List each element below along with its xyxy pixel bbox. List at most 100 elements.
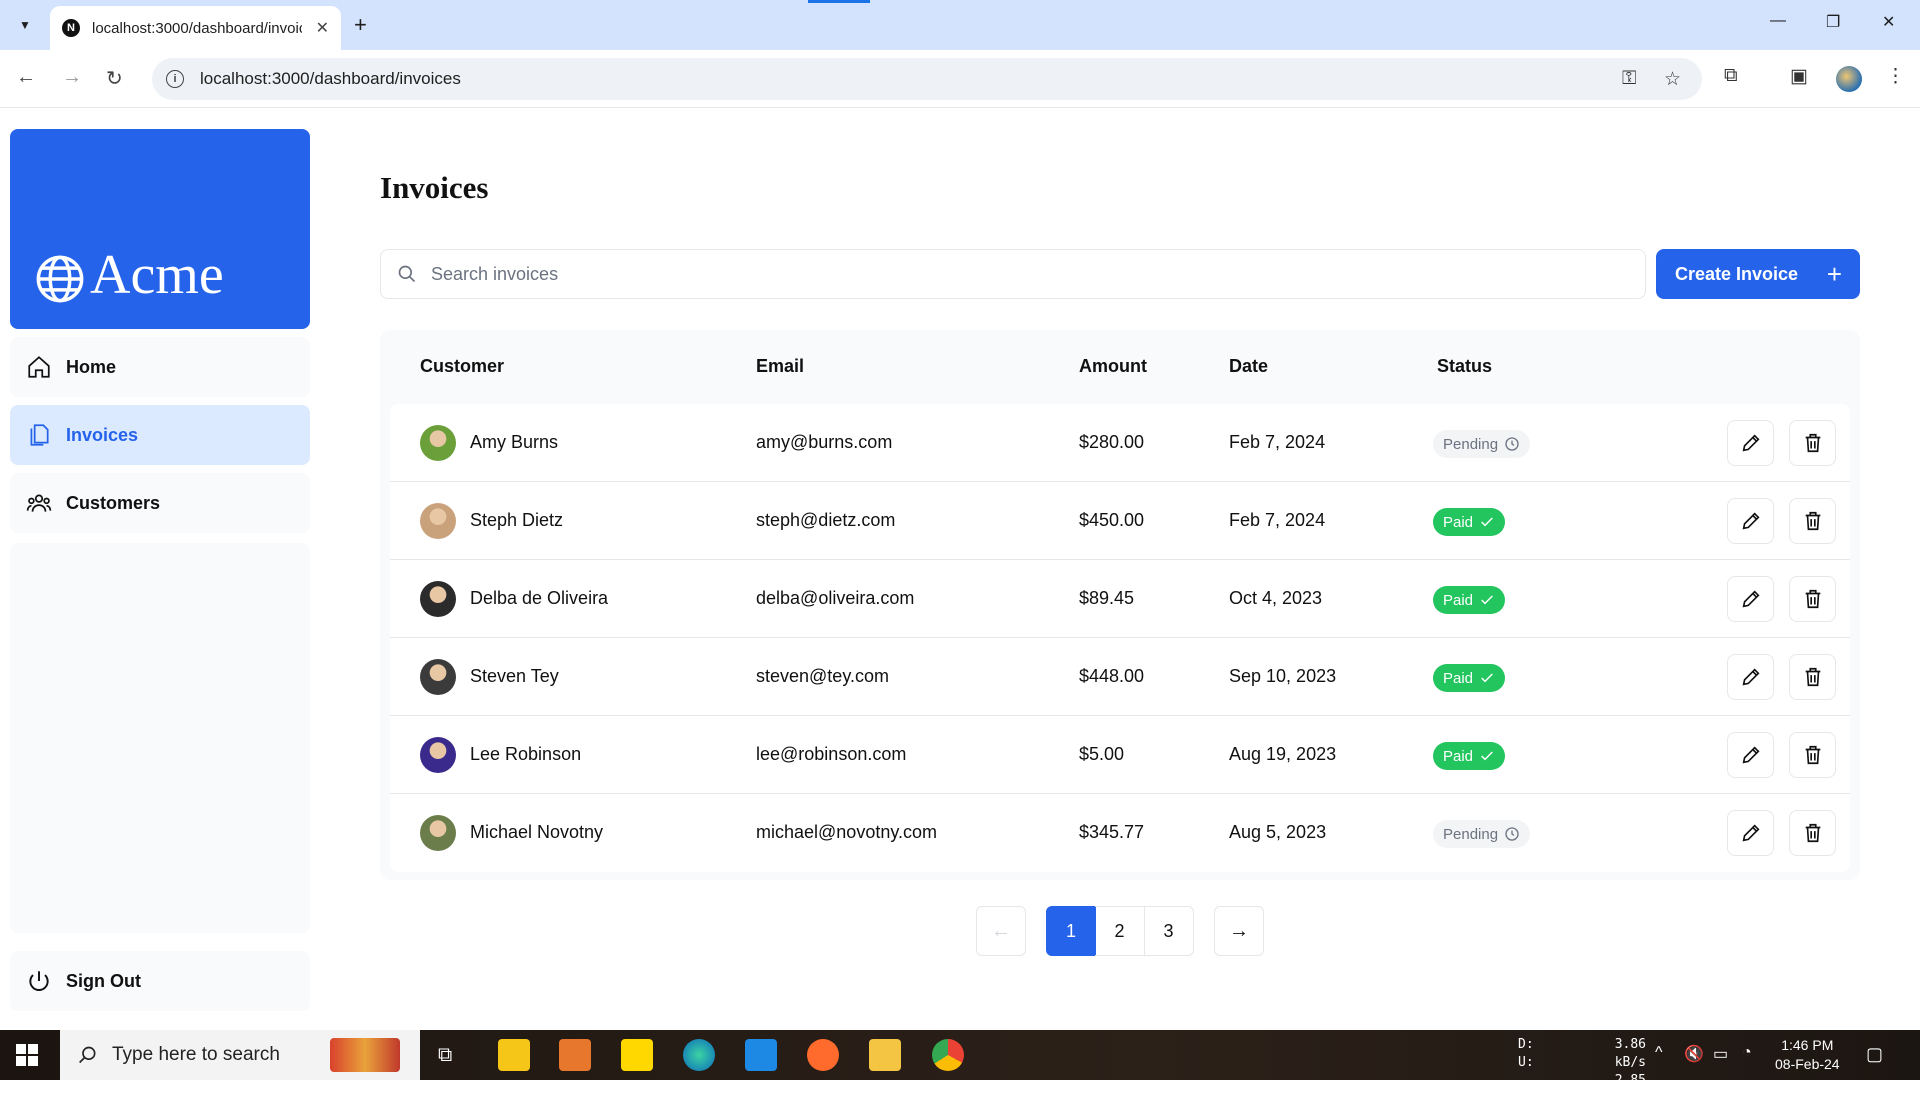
task-view-icon[interactable]: ⧉ <box>438 1044 452 1067</box>
page-button-3[interactable]: 3 <box>1144 906 1194 956</box>
status-text: Paid <box>1443 669 1474 687</box>
invoice-amount: $345.77 <box>1079 822 1145 842</box>
avatar <box>420 815 456 851</box>
edit-invoice-button[interactable] <box>1727 420 1774 466</box>
pencil-icon <box>1742 746 1760 764</box>
customer-email: michael@novotny.com <box>756 822 938 842</box>
status-badge-paid: Paid <box>1433 664 1506 692</box>
extensions-icon[interactable]: ⧉ <box>1724 65 1738 87</box>
new-tab-plus-icon[interactable]: + <box>354 12 367 38</box>
page-button-2[interactable]: 2 <box>1095 906 1145 956</box>
invoice-date: Feb 7, 2024 <box>1229 432 1326 452</box>
customer-email: delba@oliveira.com <box>756 588 915 608</box>
delete-invoice-button[interactable] <box>1789 420 1836 466</box>
sidebar-item-label: Customers <box>66 492 161 513</box>
chrome-app-icon[interactable] <box>932 1039 964 1071</box>
avatar <box>420 737 456 773</box>
acme-logo[interactable]: Acme <box>10 129 310 329</box>
taskbar-search-placeholder: Type here to search <box>112 1044 280 1065</box>
favicon-icon: N <box>62 19 80 37</box>
tray-chevron-icon[interactable]: ^ <box>1655 1044 1663 1062</box>
invoice-amount: $89.45 <box>1079 588 1135 608</box>
wifi-icon[interactable]: ◔ <box>1742 1044 1752 1062</box>
delete-invoice-button[interactable] <box>1789 498 1836 544</box>
password-key-icon[interactable]: ⚿ <box>1622 68 1636 90</box>
minimize-icon[interactable]: — <box>1770 12 1786 30</box>
delete-invoice-button[interactable] <box>1789 654 1836 700</box>
sidebar-item-invoices[interactable]: Invoices <box>10 405 310 465</box>
invoice-date: Oct 4, 2023 <box>1229 588 1323 608</box>
close-tab-icon[interactable]: ✕ <box>316 18 329 38</box>
edit-invoice-button[interactable] <box>1727 498 1774 544</box>
file-explorer-app-icon[interactable] <box>869 1039 901 1071</box>
side-panel-icon[interactable]: ▣ <box>1790 65 1808 88</box>
notification-icon[interactable]: ▢ <box>1866 1044 1883 1065</box>
bookmark-star-icon[interactable]: ☆ <box>1664 68 1681 91</box>
browser-toolbar: ← → ↻ i localhost:3000/dashboard/invoice… <box>0 50 1920 108</box>
trash-icon <box>1805 667 1820 687</box>
site-info-icon[interactable]: i <box>166 70 184 88</box>
delete-invoice-button[interactable] <box>1789 810 1836 856</box>
edit-invoice-button[interactable] <box>1727 732 1774 778</box>
tab-search-chevron-icon[interactable]: ▼ <box>12 12 38 38</box>
customer-email: steven@tey.com <box>756 666 889 686</box>
more-menu-icon[interactable]: ⋮ <box>1886 65 1905 88</box>
system-clock[interactable]: 1:46 PM 08-Feb-24 <box>1775 1036 1840 1074</box>
search-box[interactable] <box>380 249 1646 299</box>
status-text: Paid <box>1443 513 1474 531</box>
status-badge-pending: Pending <box>1433 820 1531 848</box>
clock-icon <box>1505 437 1519 451</box>
invoice-amount: $5.00 <box>1079 744 1125 764</box>
edit-invoice-button[interactable] <box>1727 810 1774 856</box>
mute-speaker-icon[interactable]: 🔇 <box>1684 1044 1704 1064</box>
address-url[interactable]: localhost:3000/dashboard/invoices <box>200 69 461 89</box>
restore-icon[interactable]: ❐ <box>1826 12 1840 32</box>
header-amount: Amount <box>1079 356 1147 376</box>
status-text: Paid <box>1443 747 1474 765</box>
forward-arrow-icon[interactable]: → <box>62 66 82 89</box>
back-arrow-icon[interactable]: ← <box>16 66 36 89</box>
prev-page-arrow-icon[interactable]: ← <box>976 906 1026 956</box>
customer-name: Michael Novotny <box>470 822 604 842</box>
vscode-app-icon[interactable] <box>745 1039 777 1071</box>
create-invoice-button[interactable]: Create Invoice + <box>1656 249 1860 299</box>
taskbar-search-box[interactable]: Type here to search <box>60 1030 420 1080</box>
search-icon <box>398 265 416 283</box>
page-button-1[interactable]: 1 <box>1046 906 1096 956</box>
battery-icon[interactable]: ▭ <box>1713 1044 1728 1064</box>
table-row: Steven Tey steven@tey.com $448.00 Sep 10… <box>390 638 1850 716</box>
next-page-arrow-icon[interactable]: → <box>1214 906 1264 956</box>
postman-app-icon[interactable] <box>807 1039 839 1071</box>
header-date: Date <box>1229 356 1269 376</box>
sidebar-item-label: Invoices <box>66 424 139 445</box>
tab-loading-indicator <box>808 0 870 3</box>
delete-invoice-button[interactable] <box>1789 576 1836 622</box>
window-close-icon[interactable]: ✕ <box>1882 12 1895 32</box>
edit-invoice-button[interactable] <box>1727 576 1774 622</box>
edge-browser-app-icon[interactable] <box>683 1039 715 1071</box>
profile-avatar[interactable] <box>1836 66 1862 92</box>
edit-invoice-button[interactable] <box>1727 654 1774 700</box>
sign-out-button[interactable]: Sign Out <box>10 951 310 1011</box>
reload-icon[interactable]: ↻ <box>106 66 123 91</box>
invoice-amount: $448.00 <box>1079 666 1145 686</box>
sublime-text-app-icon[interactable] <box>559 1039 591 1071</box>
windows-taskbar: Type here to search ⧉ D: U: 3.86 kB/s 2.… <box>0 1030 1920 1106</box>
windows-start-icon[interactable] <box>16 1044 38 1066</box>
sticky-notes-app-icon[interactable] <box>621 1039 653 1071</box>
sidebar-item-customers[interactable]: Customers <box>10 473 310 533</box>
browser-tab-active[interactable]: N localhost:3000/dashboard/invoices ✕ <box>50 6 341 50</box>
status-badge-paid: Paid <box>1433 508 1506 536</box>
trash-icon <box>1805 433 1820 453</box>
trash-icon <box>1805 745 1820 765</box>
kmplayer-app-icon[interactable] <box>498 1039 530 1071</box>
delete-invoice-button[interactable] <box>1789 732 1836 778</box>
search-icon <box>79 1046 96 1064</box>
sidebar-spacer <box>10 543 310 933</box>
search-input[interactable] <box>431 263 1531 285</box>
table-row: Delba de Oliveira delba@oliveira.com $89… <box>390 560 1850 638</box>
sidebar-item-home[interactable]: Home <box>10 337 310 397</box>
address-bar[interactable]: i localhost:3000/dashboard/invoices ⚿ ☆ <box>152 58 1702 100</box>
trash-icon <box>1805 589 1820 609</box>
avatar <box>420 581 456 617</box>
